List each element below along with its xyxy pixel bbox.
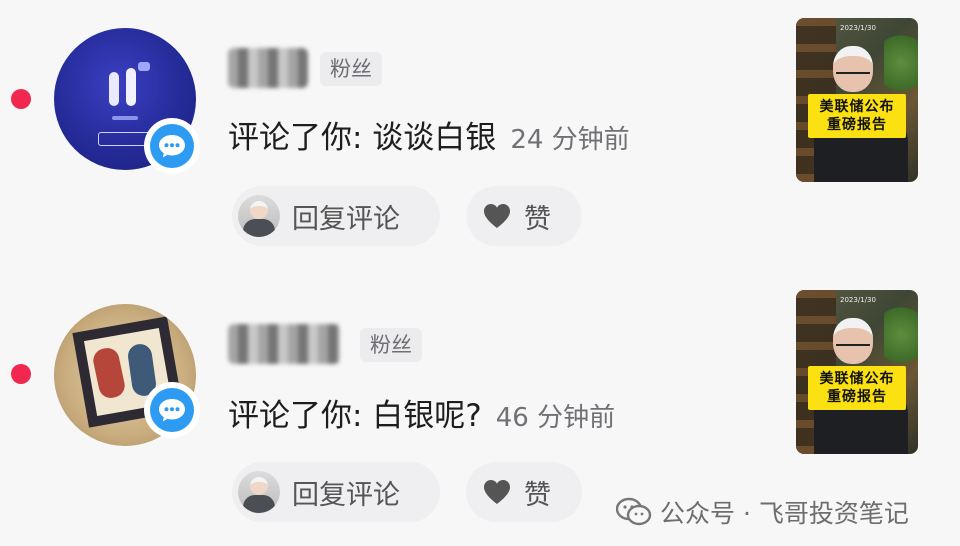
- reply-label: 回复评论: [292, 203, 400, 235]
- timestamp: 46 分钟前: [495, 403, 616, 433]
- comment-text[interactable]: 评论了你: 谈谈白银 24 分钟前: [228, 112, 630, 157]
- comment-badge: [144, 382, 200, 438]
- notification-item[interactable]: 粉丝 评论了你: 谈谈白银 24 分钟前 回复评论 赞 2023/1/30 美联储…: [0, 0, 960, 270]
- comment-body: 评论了你: 谈谈白银: [228, 120, 497, 156]
- like-label: 赞: [524, 203, 551, 235]
- my-avatar: [238, 471, 280, 513]
- thumbnail-caption: 美联储公布 重磅报告: [808, 94, 906, 138]
- reply-label: 回复评论: [292, 479, 400, 511]
- fan-tag: 粉丝: [360, 328, 422, 362]
- comment-body: 评论了你: 白银呢?: [228, 398, 482, 434]
- unread-dot: [11, 364, 31, 384]
- username-blurred[interactable]: [228, 48, 308, 88]
- unread-dot: [11, 89, 31, 109]
- heart-icon: [484, 204, 510, 228]
- chat-bubble-icon: [159, 399, 185, 422]
- comment-badge: [144, 118, 200, 174]
- username-blurred[interactable]: [228, 324, 340, 364]
- fan-tag: 粉丝: [320, 52, 382, 86]
- thumbnail-date: 2023/1/30: [840, 296, 876, 304]
- chat-bubble-icon: [159, 135, 185, 158]
- heart-icon: [484, 480, 510, 504]
- video-thumbnail[interactable]: 2023/1/30 美联储公布 重磅报告: [796, 290, 918, 454]
- video-thumbnail[interactable]: 2023/1/30 美联储公布 重磅报告: [796, 18, 918, 182]
- my-avatar: [238, 195, 280, 237]
- reply-comment-button[interactable]: 回复评论: [232, 462, 440, 522]
- thumbnail-caption: 美联储公布 重磅报告: [808, 366, 906, 410]
- thumbnail-date: 2023/1/30: [840, 24, 876, 32]
- timestamp: 24 分钟前: [510, 125, 630, 155]
- like-label: 赞: [524, 479, 551, 511]
- wechat-icon: [616, 497, 652, 526]
- like-button[interactable]: 赞: [466, 462, 582, 522]
- reply-comment-button[interactable]: 回复评论: [232, 186, 440, 246]
- like-button[interactable]: 赞: [466, 186, 582, 246]
- watermark: 公众号 · 飞哥投资笔记: [616, 494, 909, 530]
- comment-text[interactable]: 评论了你: 白银呢? 46 分钟前: [228, 390, 615, 435]
- watermark-text: 公众号 · 飞哥投资笔记: [660, 499, 909, 528]
